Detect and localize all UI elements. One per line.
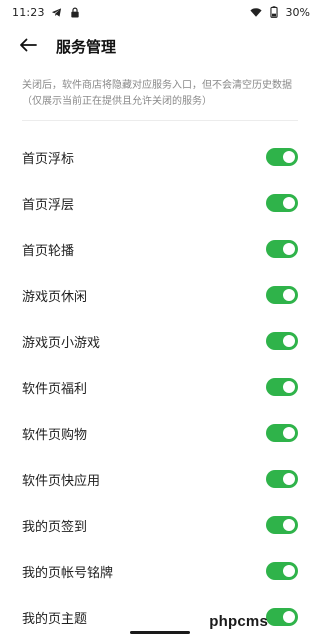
setting-label: 软件页快应用	[22, 473, 101, 489]
toggle-knob	[283, 611, 295, 623]
toggle-knob	[283, 335, 295, 347]
setting-label: 首页浮层	[22, 197, 75, 213]
setting-label: 游戏页休闲	[22, 289, 88, 305]
toggle-switch[interactable]	[266, 148, 298, 166]
wifi-icon	[249, 6, 262, 18]
toggle-switch[interactable]	[266, 332, 298, 350]
battery-percent: 30%	[285, 5, 310, 19]
toggle-switch[interactable]	[266, 562, 298, 580]
settings-list: 首页浮标 首页浮层 首页轮播 游戏页休闲 游戏页小游戏 软件页福利 软件页购物 …	[0, 134, 320, 640]
setting-row-software-benefits[interactable]: 软件页福利	[0, 364, 320, 410]
toggle-switch[interactable]	[266, 378, 298, 396]
setting-row-mine-account-badge[interactable]: 我的页帐号铭牌	[0, 548, 320, 594]
setting-label: 我的页主题	[22, 611, 88, 627]
battery-icon	[268, 6, 280, 18]
toggle-switch[interactable]	[266, 424, 298, 442]
setting-label: 我的页签到	[22, 519, 88, 535]
toggle-switch[interactable]	[266, 516, 298, 534]
setting-row-home-overlay[interactable]: 首页浮层	[0, 180, 320, 226]
setting-label: 游戏页小游戏	[22, 335, 101, 351]
setting-row-game-casual[interactable]: 游戏页休闲	[0, 272, 320, 318]
setting-row-software-quick-apps[interactable]: 软件页快应用	[0, 456, 320, 502]
toggle-knob	[283, 519, 295, 531]
setting-label: 软件页购物	[22, 427, 88, 443]
toggle-knob	[283, 151, 295, 163]
back-button[interactable]	[14, 32, 42, 60]
toggle-knob	[283, 243, 295, 255]
status-right: 30%	[249, 5, 310, 19]
setting-label: 我的页帐号铭牌	[22, 565, 114, 581]
toggle-knob	[283, 565, 295, 577]
status-time: 11:23	[12, 5, 45, 19]
setting-label: 首页浮标	[22, 151, 75, 167]
toggle-knob	[283, 473, 295, 485]
setting-row-home-carousel[interactable]: 首页轮播	[0, 226, 320, 272]
toggle-knob	[283, 381, 295, 393]
toggle-switch[interactable]	[266, 240, 298, 258]
setting-row-home-float[interactable]: 首页浮标	[0, 134, 320, 180]
setting-row-software-shopping[interactable]: 软件页购物	[0, 410, 320, 456]
toggle-switch[interactable]	[266, 608, 298, 626]
telegram-icon	[51, 6, 63, 18]
setting-row-game-mini-games[interactable]: 游戏页小游戏	[0, 318, 320, 364]
divider	[22, 120, 298, 121]
app-header: 服务管理	[0, 24, 320, 68]
arrow-left-icon	[19, 37, 37, 56]
page-title: 服务管理	[56, 37, 117, 56]
toggle-switch[interactable]	[266, 194, 298, 212]
toggle-knob	[283, 197, 295, 209]
setting-label: 首页轮播	[22, 243, 75, 259]
toggle-switch[interactable]	[266, 470, 298, 488]
setting-row-mine-check-in[interactable]: 我的页签到	[0, 502, 320, 548]
toggle-knob	[283, 427, 295, 439]
watermark-text: phpcms	[209, 613, 268, 630]
toggle-knob	[283, 289, 295, 301]
lock-icon	[69, 6, 81, 18]
status-left: 11:23	[12, 6, 81, 19]
toggle-switch[interactable]	[266, 286, 298, 304]
setting-label: 软件页福利	[22, 381, 88, 397]
status-bar: 11:23 30%	[0, 0, 320, 24]
home-indicator[interactable]	[130, 631, 190, 634]
description-text: 关闭后，软件商店将隐藏对应服务入口，但不会清空历史数据（仅展示当前正在提供且允许…	[22, 80, 292, 107]
